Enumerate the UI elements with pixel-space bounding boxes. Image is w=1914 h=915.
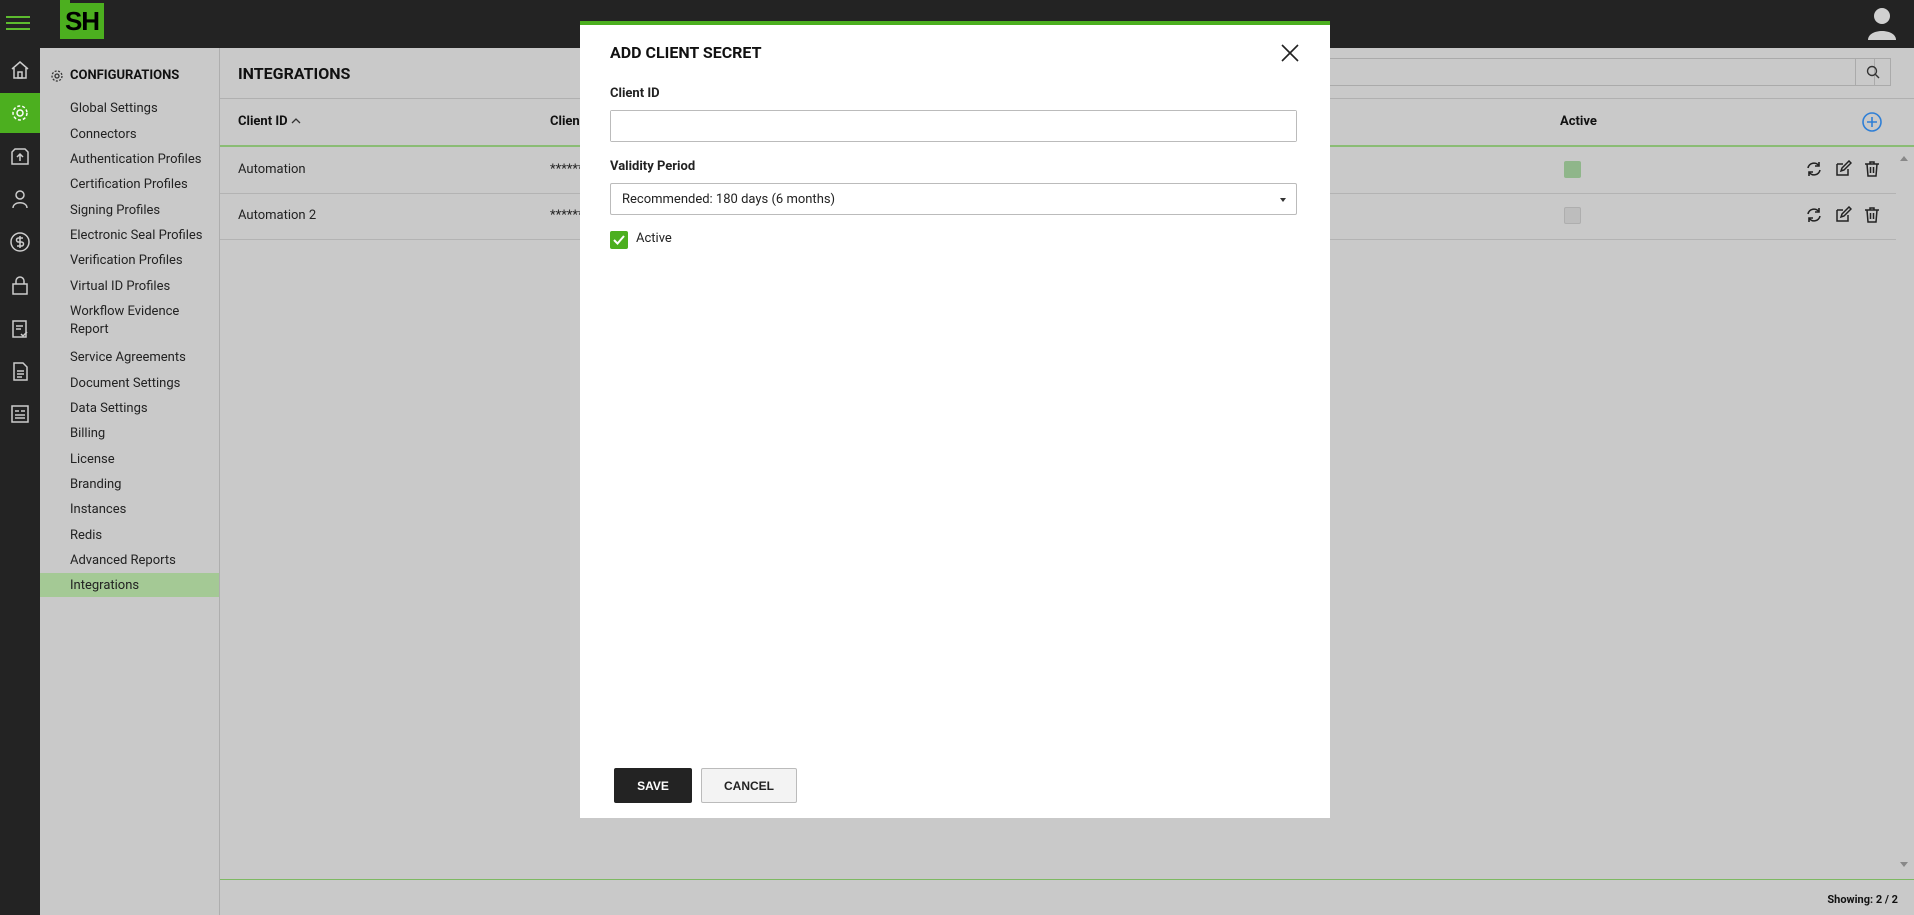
sidebar-item-branding[interactable]: Branding [40,474,219,496]
menu-icon[interactable] [6,12,30,34]
sidebar-item-data-settings[interactable]: Data Settings [40,398,219,420]
active-label: Active [636,231,672,246]
nav-home[interactable] [0,50,40,90]
nav-configurations[interactable] [0,93,40,133]
gear-icon [51,69,63,82]
add-icon[interactable] [1861,111,1883,133]
search-box[interactable] [1270,58,1875,86]
client-id-input[interactable] [611,111,1296,141]
validity-period-select[interactable]: Recommended: 180 days (6 months) [610,183,1297,215]
footer-divider [220,879,1914,880]
users-icon [12,190,28,209]
sidebar-item-verification-profiles[interactable]: Verification Profiles [40,250,219,272]
save-button[interactable]: SAVE [614,768,692,803]
close-icon[interactable] [1280,43,1300,63]
sidebar-item-document-settings[interactable]: Document Settings [40,373,219,395]
client-id-field[interactable] [610,110,1297,142]
client-id-cell: Automation 2 [238,208,317,223]
sidebar-item-advanced-reports[interactable]: Advanced Reports [40,550,219,572]
sort-asc-icon [291,118,301,124]
refresh-icon[interactable] [1805,206,1823,224]
column-header-client-secret[interactable]: Clien [550,114,580,129]
column-header-client-id[interactable]: Client ID [238,114,301,129]
client-id-label: Client ID [610,86,660,101]
cancel-button[interactable]: CANCEL [701,768,797,803]
report-icon [11,405,29,423]
nav-documents[interactable] [0,351,40,391]
dollar-icon [10,232,30,252]
lock-icon [12,276,28,295]
nav-upload[interactable] [0,136,40,176]
active-checkbox[interactable] [1564,161,1581,178]
secret-cell: ****** [550,162,584,177]
dialog-title: ADD CLIENT SECRET [610,43,762,62]
sidebar-item-redis[interactable]: Redis [40,525,219,547]
upload-icon [11,148,29,165]
scroll-up-icon[interactable] [1898,153,1910,163]
home-icon [11,61,29,79]
config-sidebar: CONFIGURATIONS Global Settings Connector… [40,48,220,915]
search-icon [1866,65,1880,79]
chevron-down-icon [1280,198,1286,202]
app-logo[interactable]: SH [60,0,104,39]
search-input[interactable] [1271,59,1874,85]
checkmark-icon [613,235,625,245]
sidebar-title: CONFIGURATIONS [50,68,179,83]
column-header-active[interactable]: Active [1560,114,1597,129]
sidebar-item-license[interactable]: License [40,449,219,471]
nav-security[interactable] [0,265,40,305]
refresh-icon[interactable] [1805,160,1823,178]
delete-icon[interactable] [1863,160,1881,178]
sidebar-item-electronic-seal-profiles[interactable]: Electronic Seal Profiles [40,225,219,247]
nav-reports[interactable] [0,394,40,434]
active-checkbox[interactable] [1564,207,1581,224]
sidebar-item-virtual-id-profiles[interactable]: Virtual ID Profiles [40,276,219,298]
user-avatar-icon[interactable] [1866,6,1898,40]
sidebar-item-signing-profiles[interactable]: Signing Profiles [40,200,219,222]
sidebar-item-certification-profiles[interactable]: Certification Profiles [40,174,219,196]
page-title: INTEGRATIONS [238,64,351,83]
sidebar-item-service-agreements[interactable]: Service Agreements [40,347,219,369]
sidebar-item-authentication-profiles[interactable]: Authentication Profiles [40,149,219,171]
edit-icon[interactable] [1834,160,1852,178]
sidebar-item-billing[interactable]: Billing [40,423,219,445]
sidebar-title-text: CONFIGURATIONS [70,68,180,83]
sidebar-item-workflow-evidence-report[interactable]: Workflow Evidence Report [40,301,219,341]
nav-approvals[interactable] [0,308,40,348]
add-client-secret-dialog: ADD CLIENT SECRET Client ID Validity Per… [580,21,1330,818]
column-header-client-id-label: Client ID [238,114,288,129]
showing-count: Showing: 2 / 2 [1827,893,1898,906]
sidebar-item-instances[interactable]: Instances [40,499,219,521]
delete-icon[interactable] [1863,206,1881,224]
scroll-down-icon[interactable] [1898,860,1910,870]
sidebar-item-integrations[interactable]: Integrations [40,573,219,597]
document-icon [13,362,28,381]
edit-icon[interactable] [1834,206,1852,224]
clipboard-check-icon [12,320,28,338]
secret-cell: ****** [550,208,584,223]
validity-period-label: Validity Period [610,159,696,174]
nav-users[interactable] [0,179,40,219]
sidebar-item-global-settings[interactable]: Global Settings [40,98,219,120]
client-id-cell: Automation [238,162,306,177]
validity-period-value: Recommended: 180 days (6 months) [622,192,836,207]
nav-billing[interactable] [0,222,40,262]
icon-rail [0,48,40,915]
active-checkbox[interactable] [610,231,628,249]
search-button[interactable] [1855,58,1891,86]
settings-icon [12,105,28,121]
sidebar-item-connectors[interactable]: Connectors [40,124,219,146]
